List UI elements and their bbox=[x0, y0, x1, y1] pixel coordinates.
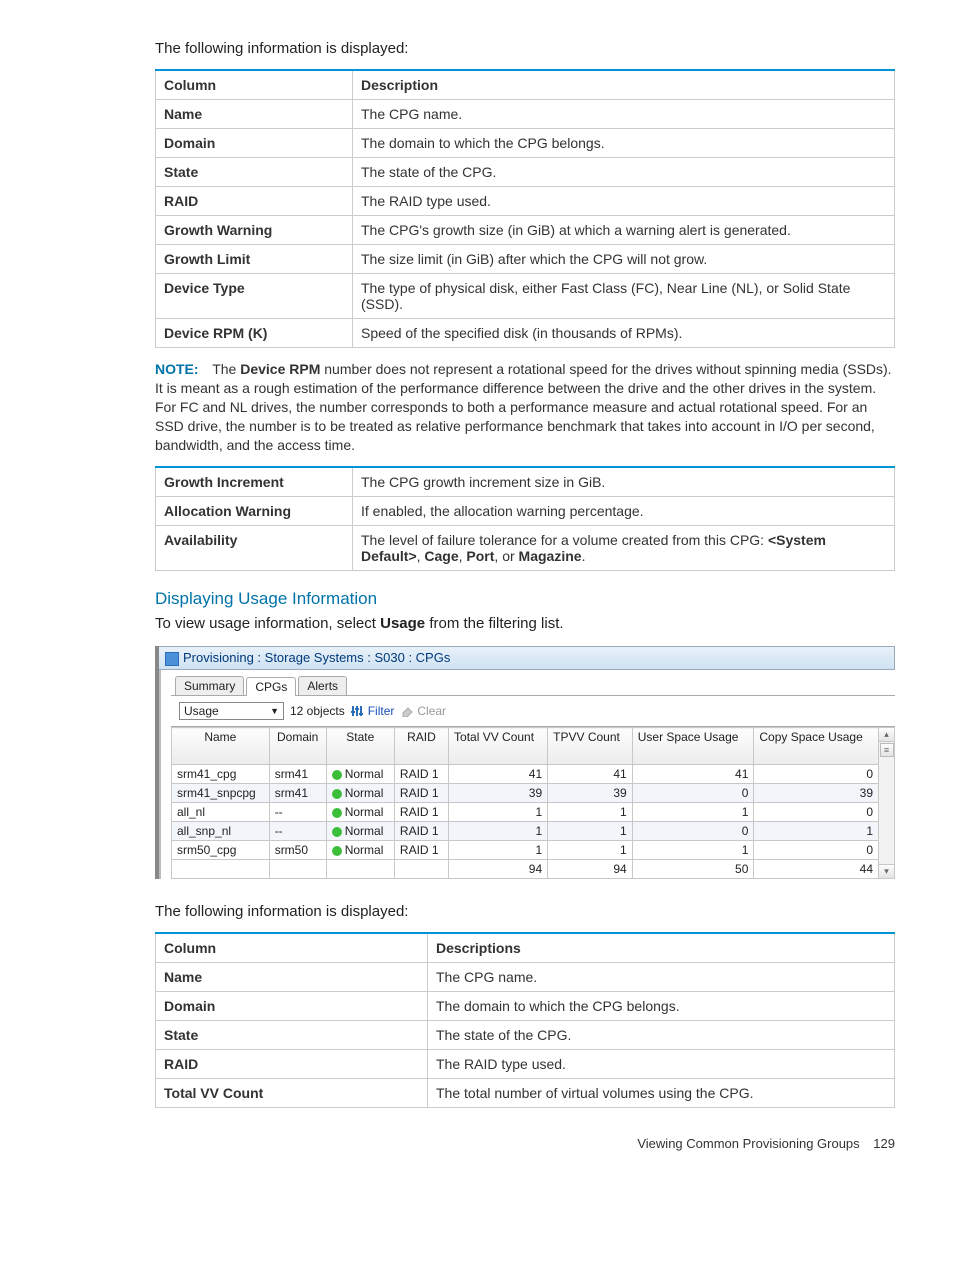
table-header: Description bbox=[353, 70, 895, 100]
object-count-label: 12 objects bbox=[290, 704, 345, 718]
filter-dropdown[interactable]: Usage ▼ bbox=[179, 702, 284, 720]
toolbar: Usage ▼ 12 objects Filter Clear bbox=[171, 695, 895, 727]
table-row: Device RPM (K)Speed of the specified dis… bbox=[156, 319, 895, 348]
table-row: Allocation WarningIf enabled, the alloca… bbox=[156, 497, 895, 526]
column-header-tpvv[interactable]: TPVV Count bbox=[548, 728, 633, 765]
column-header-total-vv[interactable]: Total VV Count bbox=[449, 728, 548, 765]
dropdown-value: Usage bbox=[184, 704, 219, 718]
intro-text-1: The following information is displayed: bbox=[155, 40, 895, 57]
chevron-down-icon: ▼ bbox=[270, 706, 279, 716]
column-description-table-2: Column Descriptions NameThe CPG name. Do… bbox=[155, 932, 895, 1108]
table-row: Device TypeThe type of physical disk, ei… bbox=[156, 274, 895, 319]
table-row: Total VV CountThe total number of virtua… bbox=[156, 1079, 895, 1108]
column-header-name[interactable]: Name bbox=[172, 728, 270, 765]
tab-bar: Summary CPGs Alerts bbox=[171, 676, 895, 696]
note-label: NOTE: bbox=[155, 361, 199, 377]
table-row[interactable]: srm50_cpg srm50 Normal RAID 1 1 1 1 0 bbox=[172, 841, 879, 860]
filter-button[interactable]: Filter bbox=[351, 704, 395, 718]
table-header: Descriptions bbox=[428, 933, 895, 963]
usage-grid: Name Domain State RAID Total VV Count TP… bbox=[171, 727, 879, 879]
clear-button[interactable]: Clear bbox=[400, 704, 446, 718]
tab-cpgs[interactable]: CPGs bbox=[246, 677, 296, 696]
screenshot-panel: Provisioning : Storage Systems : S030 : … bbox=[155, 646, 895, 879]
tab-alerts[interactable]: Alerts bbox=[298, 676, 347, 695]
table-row: Growth WarningThe CPG's growth size (in … bbox=[156, 216, 895, 245]
table-row: RAIDThe RAID type used. bbox=[156, 187, 895, 216]
totals-row: 94 94 50 44 bbox=[172, 860, 879, 879]
window-title-bar: Provisioning : Storage Systems : S030 : … bbox=[159, 646, 895, 670]
table-row: StateThe state of the CPG. bbox=[156, 158, 895, 187]
status-dot-icon bbox=[332, 808, 342, 818]
table-row[interactable]: srm41_cpg srm41 Normal RAID 1 41 41 41 0 bbox=[172, 765, 879, 784]
scroll-down-icon[interactable]: ▾ bbox=[879, 864, 894, 878]
vertical-scrollbar[interactable]: ▴ ≡ ▾ bbox=[879, 727, 895, 879]
filter-icon bbox=[351, 705, 365, 717]
status-dot-icon bbox=[332, 770, 342, 780]
table-row[interactable]: all_nl -- Normal RAID 1 1 1 1 0 bbox=[172, 803, 879, 822]
status-dot-icon bbox=[332, 789, 342, 799]
breadcrumb: Provisioning : Storage Systems : S030 : … bbox=[183, 650, 450, 665]
table-row: NameThe CPG name. bbox=[156, 100, 895, 129]
column-header-user-space[interactable]: User Space Usage bbox=[632, 728, 754, 765]
column-header-copy-space[interactable]: Copy Space Usage bbox=[754, 728, 879, 765]
table-row[interactable]: all_snp_nl -- Normal RAID 1 1 1 0 1 bbox=[172, 822, 879, 841]
table-row[interactable]: srm41_snpcpg srm41 Normal RAID 1 39 39 0… bbox=[172, 784, 879, 803]
column-header-raid[interactable]: RAID bbox=[394, 728, 448, 765]
table-row: Growth LimitThe size limit (in GiB) afte… bbox=[156, 245, 895, 274]
table-row: Availability The level of failure tolera… bbox=[156, 526, 895, 571]
status-dot-icon bbox=[332, 846, 342, 856]
scroll-up-icon[interactable]: ▴ bbox=[879, 728, 894, 742]
table-header: Column bbox=[156, 70, 353, 100]
footer-title: Viewing Common Provisioning Groups bbox=[637, 1136, 859, 1151]
tab-summary[interactable]: Summary bbox=[175, 676, 244, 695]
column-header-domain[interactable]: Domain bbox=[269, 728, 326, 765]
page-footer: Viewing Common Provisioning Groups 129 bbox=[155, 1136, 895, 1151]
scroll-thumb[interactable]: ≡ bbox=[880, 743, 894, 757]
status-dot-icon bbox=[332, 827, 342, 837]
subheading-displaying-usage: Displaying Usage Information bbox=[155, 589, 895, 609]
window-icon bbox=[165, 652, 179, 666]
page-number: 129 bbox=[873, 1136, 895, 1151]
table-row: NameThe CPG name. bbox=[156, 963, 895, 992]
eraser-icon bbox=[400, 705, 414, 717]
intro-text-2: The following information is displayed: bbox=[155, 903, 895, 920]
column-description-table-1b: Growth IncrementThe CPG growth increment… bbox=[155, 466, 895, 571]
table-row: DomainThe domain to which the CPG belong… bbox=[156, 129, 895, 158]
table-row: StateThe state of the CPG. bbox=[156, 1021, 895, 1050]
usage-instruction: To view usage information, select Usage … bbox=[155, 615, 895, 632]
note-block: NOTE: The Device RPM number does not rep… bbox=[155, 360, 895, 454]
column-header-state[interactable]: State bbox=[326, 728, 394, 765]
table-row: DomainThe domain to which the CPG belong… bbox=[156, 992, 895, 1021]
table-row: RAIDThe RAID type used. bbox=[156, 1050, 895, 1079]
table-header: Column bbox=[156, 933, 428, 963]
table-row: Growth IncrementThe CPG growth increment… bbox=[156, 467, 895, 497]
column-description-table-1: Column Description NameThe CPG name. Dom… bbox=[155, 69, 895, 348]
